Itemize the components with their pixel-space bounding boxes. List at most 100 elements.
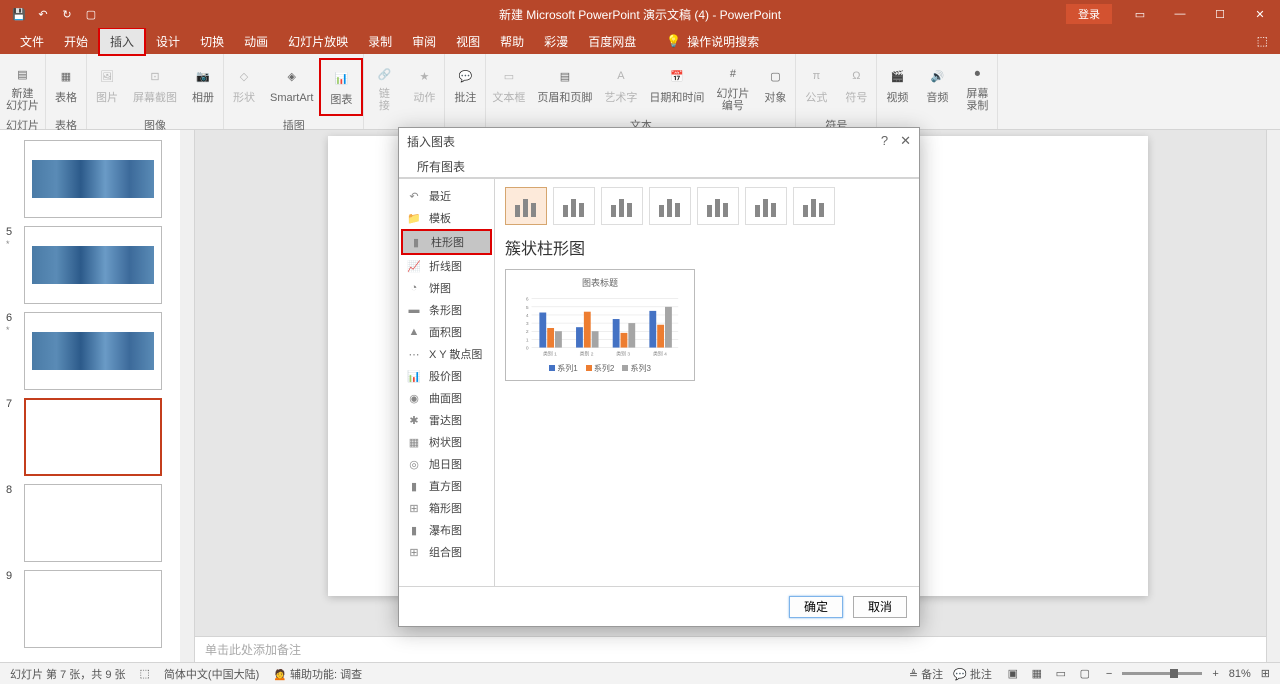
ribbon-new-slide[interactable]: ▤新建 幻灯片 xyxy=(0,58,45,116)
dialog-help-icon[interactable]: ? xyxy=(881,133,888,149)
thumbs-scrollbar[interactable] xyxy=(180,130,194,662)
ribbon-link[interactable]: 🔗链 接 xyxy=(364,58,404,116)
slide-counter[interactable]: 幻灯片 第 7 张，共 9 张 xyxy=(10,666,126,682)
ok-button[interactable]: 确定 xyxy=(789,596,843,618)
menu-transitions[interactable]: 切换 xyxy=(190,29,234,54)
zoom-out-icon[interactable]: − xyxy=(1106,668,1112,680)
dialog-titlebar[interactable]: 插入图表 ? ✕ xyxy=(399,128,919,154)
comments-toggle[interactable]: 💬 批注 xyxy=(953,666,992,682)
ribbon-screenshot[interactable]: ⊡屏幕截图 xyxy=(127,58,183,116)
chart-type-2[interactable]: ▮柱形图 xyxy=(401,229,492,255)
language-status[interactable]: 简体中文(中国大陆) xyxy=(164,666,259,682)
cancel-button[interactable]: 取消 xyxy=(853,596,907,618)
ribbon-smartart[interactable]: ◈SmartArt xyxy=(264,58,319,116)
ribbon-wordart[interactable]: A艺术字 xyxy=(598,58,643,116)
ribbon-object[interactable]: ▢对象 xyxy=(755,58,795,116)
chart-type-0[interactable]: ↶最近 xyxy=(401,185,492,207)
close-icon[interactable]: ✕ xyxy=(1240,0,1280,28)
menu-animations[interactable]: 动画 xyxy=(234,29,278,54)
menu-insert[interactable]: 插入 xyxy=(98,27,146,56)
ribbon-header-footer[interactable]: ▤页眉和页脚 xyxy=(531,58,598,116)
menu-caiman[interactable]: 彩漫 xyxy=(534,29,578,54)
menu-baidu[interactable]: 百度网盘 xyxy=(578,29,646,54)
notes-pane[interactable]: 单击此处添加备注 xyxy=(195,636,1280,662)
menu-view[interactable]: 视图 xyxy=(446,29,490,54)
slideshow-icon[interactable]: ▢ xyxy=(84,7,98,21)
chart-subtype-0[interactable] xyxy=(505,187,547,225)
chart-subtype-4[interactable] xyxy=(697,187,739,225)
redo-icon[interactable]: ↻ xyxy=(60,7,74,21)
reading-view-icon[interactable]: ▭ xyxy=(1050,665,1072,683)
chart-preview[interactable]: 图表标题 0123456类别 1类别 2类别 3类别 4 系列1 系列2 系列3 xyxy=(505,269,695,381)
dialog-tab-allcharts[interactable]: 所有图表 xyxy=(407,154,475,177)
menu-help[interactable]: 帮助 xyxy=(490,29,534,54)
slide-thumbnail[interactable] xyxy=(24,398,162,476)
normal-view-icon[interactable]: ▣ xyxy=(1002,665,1024,683)
slide-thumbnail[interactable] xyxy=(24,226,162,304)
chart-type-16[interactable]: ⊞组合图 xyxy=(401,541,492,563)
slide-thumbnails-pane[interactable]: 5*6*789 xyxy=(0,130,195,662)
ribbon-chart[interactable]: 📊图表 xyxy=(319,58,363,116)
zoom-in-icon[interactable]: + xyxy=(1212,668,1218,680)
save-icon[interactable]: 💾 xyxy=(12,7,26,21)
menu-review[interactable]: 审阅 xyxy=(402,29,446,54)
undo-icon[interactable]: ↶ xyxy=(36,7,50,21)
chart-type-13[interactable]: ▮直方图 xyxy=(401,475,492,497)
ribbon-picture[interactable]: 🖼图片 xyxy=(87,58,127,116)
accessibility-status[interactable]: 🙍 辅助功能: 调查 xyxy=(273,666,362,682)
chart-type-6[interactable]: ▲面积图 xyxy=(401,321,492,343)
chart-type-14[interactable]: ⊞箱形图 xyxy=(401,497,492,519)
chart-subtype-2[interactable] xyxy=(601,187,643,225)
minimize-icon[interactable]: — xyxy=(1160,0,1200,28)
ribbon-screen-rec[interactable]: ⏺屏幕 录制 xyxy=(957,58,997,116)
spellcheck-icon[interactable]: ⬚ xyxy=(140,667,150,680)
menu-record[interactable]: 录制 xyxy=(358,29,402,54)
slide-thumbnail[interactable] xyxy=(24,312,162,390)
chart-type-5[interactable]: ▬条形图 xyxy=(401,299,492,321)
notes-toggle[interactable]: ≜ 备注 xyxy=(909,666,943,682)
chart-type-3[interactable]: 📈折线图 xyxy=(401,255,492,277)
menu-design[interactable]: 设计 xyxy=(146,29,190,54)
login-button[interactable]: 登录 xyxy=(1066,4,1112,24)
chart-type-15[interactable]: ▮瀑布图 xyxy=(401,519,492,541)
ribbon-shapes[interactable]: ◇形状 xyxy=(224,58,264,116)
sorter-view-icon[interactable]: ▦ xyxy=(1026,665,1048,683)
chart-type-8[interactable]: 📊股价图 xyxy=(401,365,492,387)
menu-file[interactable]: 文件 xyxy=(10,29,54,54)
maximize-icon[interactable]: ☐ xyxy=(1200,0,1240,28)
slide-thumbnail[interactable] xyxy=(24,570,162,648)
ribbon-action[interactable]: ★动作 xyxy=(404,58,444,116)
main-scrollbar[interactable] xyxy=(1266,130,1280,662)
tell-me-search[interactable]: 💡 操作说明搜索 xyxy=(666,33,759,50)
ribbon-options-icon[interactable]: ▭ xyxy=(1120,0,1160,28)
chart-type-4[interactable]: ◔饼图 xyxy=(401,277,492,299)
chart-type-12[interactable]: ◎旭日图 xyxy=(401,453,492,475)
ribbon-slide-number[interactable]: #幻灯片 编号 xyxy=(710,58,755,116)
ribbon-audio[interactable]: 🔊音频 xyxy=(917,58,957,116)
zoom-slider[interactable] xyxy=(1122,672,1202,675)
slide-thumbnail[interactable] xyxy=(24,484,162,562)
chart-subtype-3[interactable] xyxy=(649,187,691,225)
ribbon-album[interactable]: 📷相册 xyxy=(183,58,223,116)
slide-thumbnail[interactable] xyxy=(24,140,162,218)
dialog-close-icon[interactable]: ✕ xyxy=(900,133,911,149)
zoom-percent[interactable]: 81% xyxy=(1229,668,1251,680)
ribbon-datetime[interactable]: 📅日期和时间 xyxy=(643,58,710,116)
share-icon[interactable]: ⬚ xyxy=(1257,34,1280,48)
ribbon-textbox[interactable]: ▭文本框 xyxy=(486,58,531,116)
chart-type-9[interactable]: ◉曲面图 xyxy=(401,387,492,409)
chart-subtype-6[interactable] xyxy=(793,187,835,225)
chart-type-1[interactable]: 📁模板 xyxy=(401,207,492,229)
chart-type-7[interactable]: ⋯X Y 散点图 xyxy=(401,343,492,365)
ribbon-video[interactable]: 🎬视频 xyxy=(877,58,917,116)
chart-subtype-1[interactable] xyxy=(553,187,595,225)
menu-home[interactable]: 开始 xyxy=(54,29,98,54)
slideshow-view-icon[interactable]: ▢ xyxy=(1074,665,1096,683)
chart-type-11[interactable]: ▦树状图 xyxy=(401,431,492,453)
fit-window-icon[interactable]: ⊞ xyxy=(1261,667,1270,680)
ribbon-table[interactable]: ▦表格 xyxy=(46,58,86,116)
ribbon-symbol[interactable]: Ω符号 xyxy=(836,58,876,116)
chart-subtype-5[interactable] xyxy=(745,187,787,225)
ribbon-equation[interactable]: π公式 xyxy=(796,58,836,116)
menu-slideshow[interactable]: 幻灯片放映 xyxy=(278,29,358,54)
